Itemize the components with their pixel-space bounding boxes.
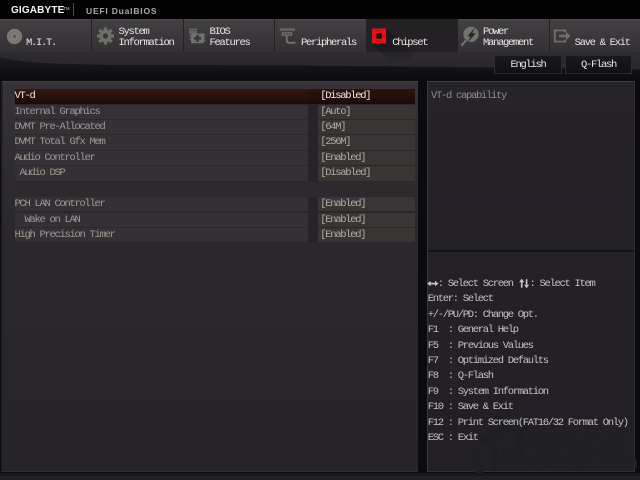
svg-text:www.lotpc.com: www.lotpc.com (513, 454, 638, 472)
